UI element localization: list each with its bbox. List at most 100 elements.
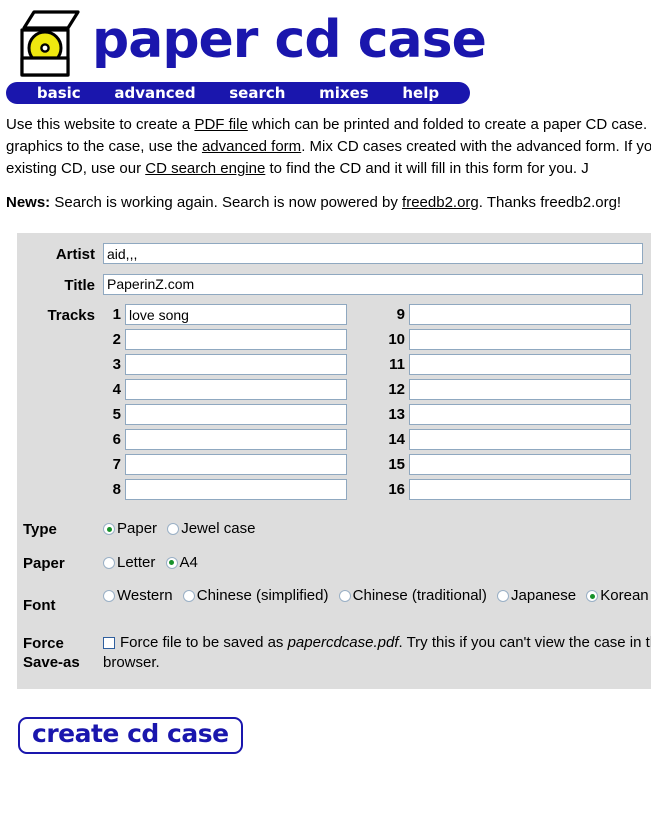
track-input-7[interactable] (125, 454, 347, 476)
type-option-paper[interactable]: Paper (103, 520, 157, 537)
force-saveas-text-1: Force file to be saved as (120, 633, 288, 651)
tracks-row: Tracks 1 2 3 4 (17, 304, 651, 504)
track-number: 16 (388, 481, 405, 499)
radio-icon-paper[interactable] (103, 523, 115, 536)
artist-row: Artist (17, 243, 651, 265)
track-number: 8 (112, 481, 121, 499)
track-number: 13 (388, 406, 405, 424)
font-option-chinese-traditional-label: Chinese (traditional) (352, 587, 487, 605)
font-label: Font (23, 597, 56, 615)
track-number: 15 (388, 456, 405, 474)
track-number: 12 (388, 381, 405, 399)
track-input-10[interactable] (409, 329, 631, 351)
track-input-13[interactable] (409, 404, 631, 426)
track-input-15[interactable] (409, 454, 631, 476)
intro-text-1: Use this website to create a (6, 116, 195, 133)
radio-icon-jewel-case[interactable] (167, 523, 180, 536)
font-option-chinese-simplified[interactable]: Chinese (simplified) (182, 587, 329, 605)
submit-area: create cd case (18, 717, 651, 755)
track-number: 1 (112, 306, 121, 324)
news-paragraph: News: Search is working again. Search is… (6, 194, 651, 211)
tracks-grid: 1 2 3 4 5 (103, 304, 631, 504)
news-text-2: . Thanks freedb2.org! (478, 194, 622, 212)
tracks-column-right: 9 10 11 12 13 14 15 16 (387, 304, 631, 504)
track-row: 11 (387, 354, 631, 376)
font-option-korean-label: Korean (600, 587, 649, 605)
track-input-9[interactable] (409, 304, 631, 326)
paper-row: Paper Letter A4 (17, 552, 651, 574)
font-options: Western Chinese (simplified) Chinese (tr… (103, 585, 651, 606)
track-input-14[interactable] (409, 429, 631, 451)
radio-icon-western[interactable] (103, 590, 115, 603)
artist-label: Artist (55, 246, 95, 264)
track-row: 1 (103, 304, 347, 326)
font-option-chinese-simplified-label: Chinese (simplified) (196, 587, 329, 605)
track-row: 7 (103, 454, 347, 476)
type-option-paper-label: Paper (117, 520, 158, 538)
force-saveas-row: Force Save-as Force file to be saved as p… (17, 632, 651, 674)
pdf-file-link[interactable]: PDF file (194, 116, 247, 133)
create-cd-case-button[interactable]: create cd case (18, 717, 243, 755)
radio-icon-chinese-traditional[interactable] (338, 590, 351, 603)
type-row: Type Paper Jewel case (17, 518, 651, 540)
nav-item-help[interactable]: help (402, 84, 439, 102)
font-row: Font Western Chinese (simplified) Chines… (17, 585, 651, 616)
nav-item-mixes[interactable]: mixes (319, 84, 369, 102)
track-input-6[interactable] (125, 429, 347, 451)
track-number: 11 (389, 356, 405, 374)
track-number: 7 (112, 456, 121, 474)
font-option-japanese[interactable]: Japanese (497, 587, 576, 604)
nav-item-search[interactable]: search (229, 84, 285, 102)
radio-icon-chinese-simplified[interactable] (182, 590, 195, 603)
paper-option-letter[interactable]: Letter (103, 554, 155, 571)
track-number: 10 (388, 331, 405, 349)
type-option-jewel-case[interactable]: Jewel case (167, 520, 255, 537)
track-row: 13 (387, 404, 631, 426)
track-row: 12 (387, 379, 631, 401)
page-root: paper cd case basic advanced search mixe… (0, 0, 651, 755)
track-input-1[interactable] (125, 304, 347, 326)
font-option-chinese-traditional[interactable]: Chinese (traditional) (338, 587, 487, 605)
nav-item-basic[interactable]: basic (37, 84, 81, 102)
track-row: 10 (387, 329, 631, 351)
force-saveas-label-line1: Force (23, 634, 64, 652)
track-input-11[interactable] (409, 354, 631, 376)
artist-input[interactable] (103, 243, 643, 265)
intro-text-4: to find the CD and it will fill in this … (265, 160, 589, 178)
radio-icon-korean[interactable] (586, 590, 599, 603)
track-input-2[interactable] (125, 329, 347, 351)
force-saveas-option: Force file to be saved as papercdcase.pd… (103, 632, 651, 674)
track-input-3[interactable] (125, 354, 347, 376)
track-input-12[interactable] (409, 379, 631, 401)
radio-icon-a4[interactable] (165, 556, 178, 569)
tracks-column-left: 1 2 3 4 5 (103, 304, 347, 504)
track-input-4[interactable] (125, 379, 347, 401)
track-input-8[interactable] (125, 479, 347, 501)
radio-icon-letter[interactable] (103, 556, 115, 569)
paper-option-a4-label: A4 (179, 553, 198, 571)
advanced-form-link[interactable]: advanced form (202, 138, 301, 155)
checkbox-icon-force-saveas[interactable] (103, 636, 115, 649)
nav-item-advanced[interactable]: advanced (114, 84, 195, 102)
track-row: 5 (103, 404, 347, 426)
font-option-korean[interactable]: Korean (586, 587, 649, 605)
intro-paragraph: Use this website to create a PDF file wh… (6, 114, 651, 180)
cd-search-engine-link[interactable]: CD search engine (145, 160, 265, 177)
freedb2-link[interactable]: freedb2.org (402, 194, 479, 211)
paper-options: Letter A4 (103, 552, 204, 573)
font-option-western[interactable]: Western (103, 587, 173, 604)
paper-option-a4[interactable]: A4 (165, 553, 198, 571)
title-row: Title (17, 273, 651, 296)
track-input-16[interactable] (409, 479, 631, 501)
title-input[interactable] (103, 273, 643, 295)
track-number: 9 (396, 306, 405, 324)
track-row: 9 (387, 304, 631, 326)
track-number: 4 (112, 381, 121, 399)
track-input-5[interactable] (125, 404, 347, 426)
track-row: 14 (387, 429, 631, 451)
type-options: Paper Jewel case (103, 518, 261, 539)
track-row: 4 (103, 379, 347, 401)
radio-icon-japanese[interactable] (497, 590, 510, 603)
type-label: Type (23, 521, 57, 539)
force-saveas-label: Force Save-as (17, 632, 103, 673)
